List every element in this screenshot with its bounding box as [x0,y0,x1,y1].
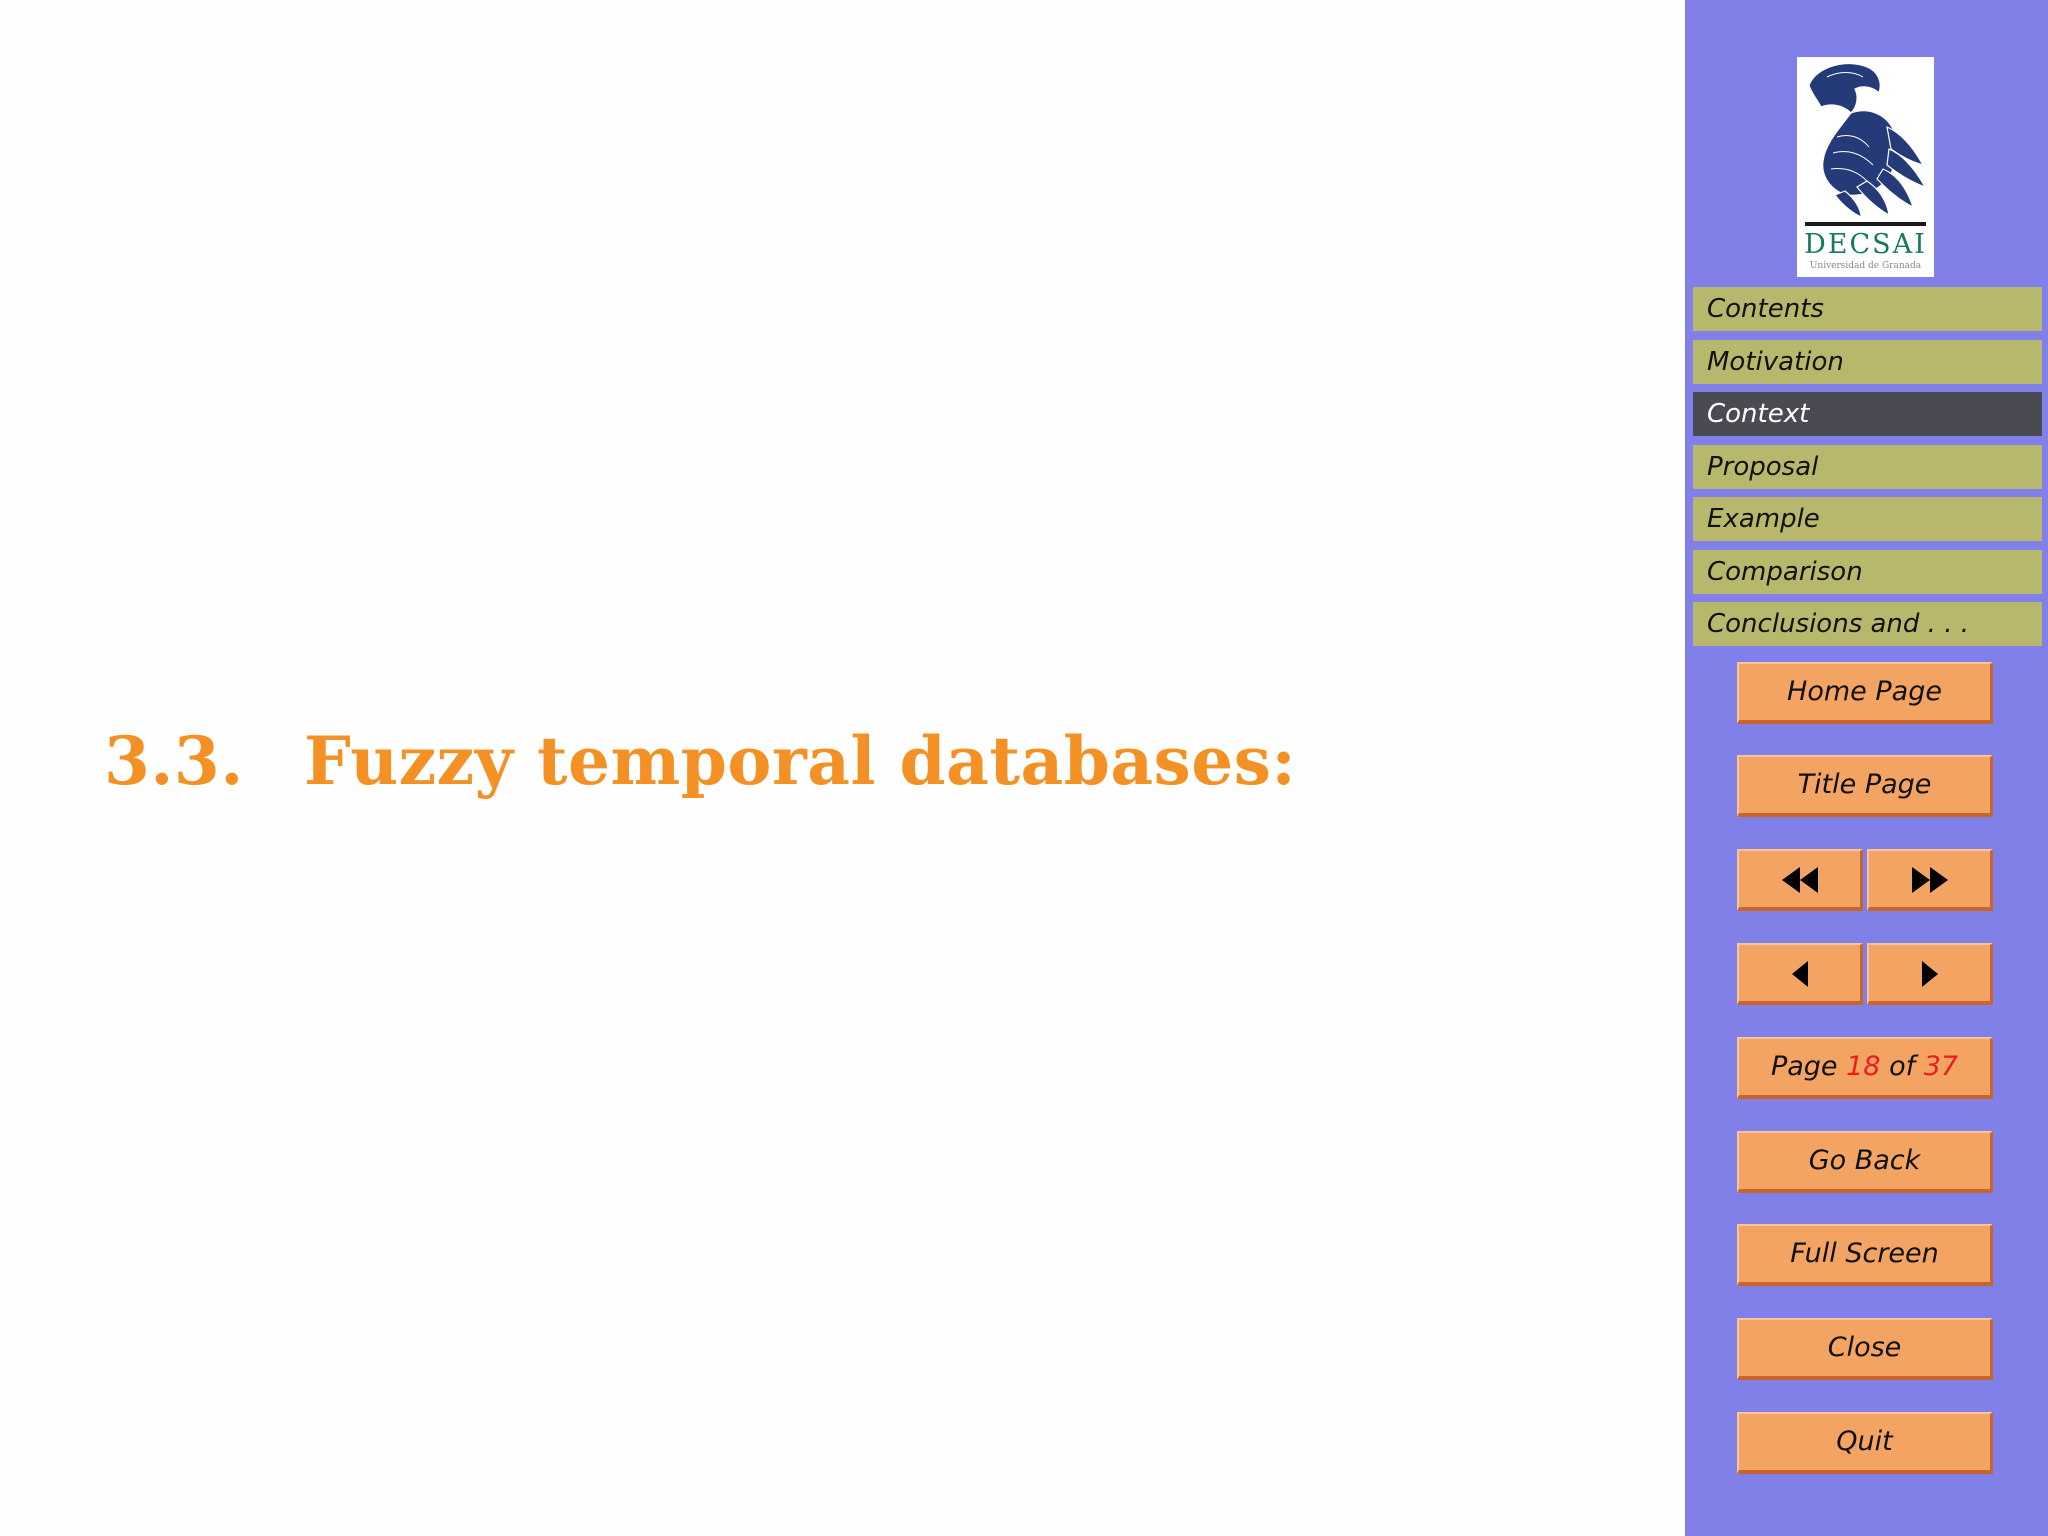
first-page-button[interactable] [1737,849,1863,911]
next-page-button[interactable] [1867,943,1993,1005]
previous-page-button[interactable] [1737,943,1863,1005]
last-page-button[interactable] [1867,849,1993,911]
bird-emblem-icon [1808,63,1927,217]
right-arrow-icon [1921,960,1938,987]
logo-rule [1805,222,1926,226]
section-number: 3.3. [104,722,244,800]
nav-item-example[interactable]: Example [1693,497,2042,541]
navigation-sidebar: DECSAI Universidad de Granada Contents M… [1685,0,2048,1536]
quit-button[interactable]: Quit [1737,1412,1993,1474]
nav-item-context[interactable]: Context [1693,392,2042,436]
double-left-arrow-icon [1781,866,1818,893]
current-page-number: 18 [1846,1051,1881,1082]
nav-item-proposal[interactable]: Proposal [1693,445,2042,489]
section-heading: 3.3. Fuzzy temporal databases: [104,722,1296,800]
page-of-label: of [1889,1051,1916,1082]
slide-content: 3.3. Fuzzy temporal databases: [0,0,1685,1536]
left-arrow-icon [1791,960,1808,987]
nav-item-contents[interactable]: Contents [1693,287,2042,331]
title-page-button[interactable]: Title Page [1737,755,1993,817]
go-back-button[interactable]: Go Back [1737,1131,1993,1193]
total-page-count: 37 [1923,1051,1959,1082]
slide-page: 3.3. Fuzzy temporal databases: DECSAI Un… [0,0,2048,1536]
home-page-button[interactable]: Home Page [1737,662,1993,724]
decsai-logo: DECSAI Universidad de Granada [1797,57,1934,277]
close-button[interactable]: Close [1737,1318,1993,1380]
double-right-arrow-icon [1911,866,1948,893]
logo-subtitle: Universidad de Granada [1809,261,1922,271]
section-title: Fuzzy temporal databases: [304,722,1297,800]
nav-item-comparison[interactable]: Comparison [1693,550,2042,594]
nav-item-motivation[interactable]: Motivation [1693,340,2042,384]
page-label: Page [1770,1051,1838,1082]
nav-item-conclusions[interactable]: Conclusions and . . . [1693,602,2042,646]
logo-title: DECSAI [1804,229,1927,260]
full-screen-button[interactable]: Full Screen [1737,1224,1993,1286]
page-counter: Page 18 of 37 [1737,1037,1993,1099]
